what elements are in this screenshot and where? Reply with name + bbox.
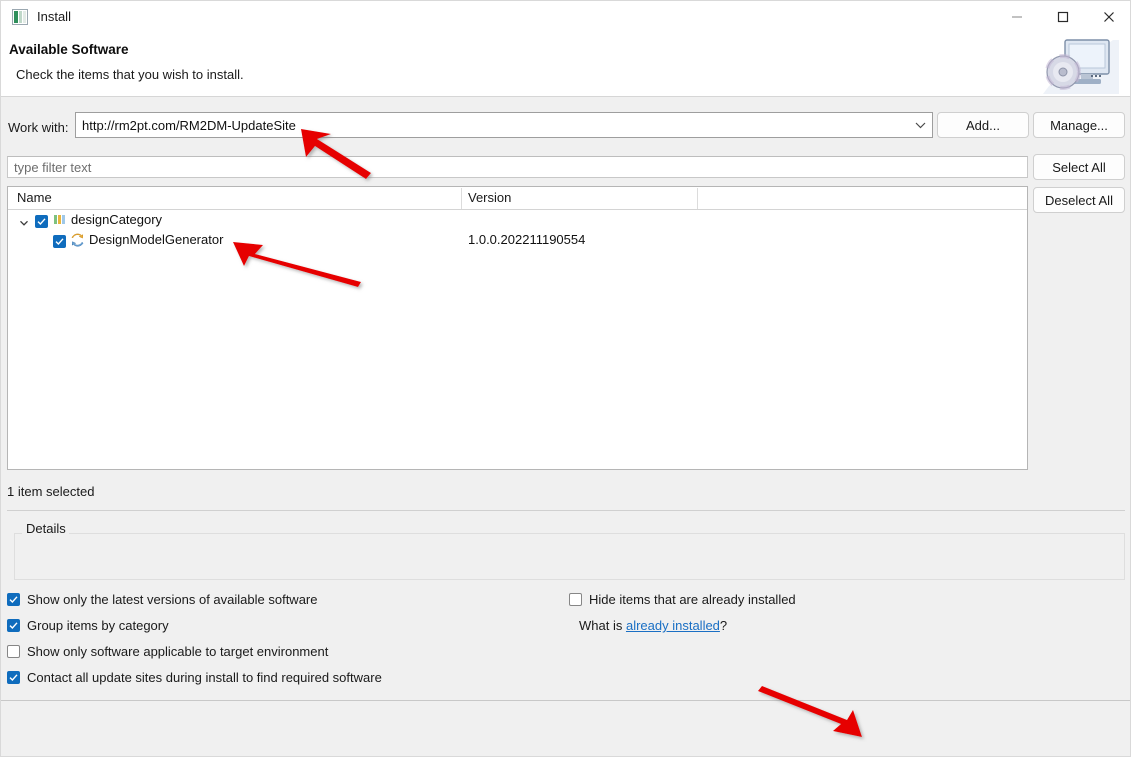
checkbox-checked[interactable] — [7, 593, 20, 606]
row-checkbox[interactable] — [53, 233, 66, 251]
maximize-icon[interactable] — [1040, 1, 1086, 32]
manage-button[interactable]: Manage... — [1033, 112, 1125, 138]
table-row[interactable]: DesignModelGenerator 1.0.0.202211190554 — [8, 230, 1027, 250]
dialog-body: Work with: http://rm2pt.com/RM2DM-Update… — [1, 98, 1130, 700]
computer-cd-icon — [1043, 34, 1119, 94]
work-with-combo[interactable]: http://rm2pt.com/RM2DM-UpdateSite — [75, 112, 933, 138]
column-divider[interactable] — [697, 188, 698, 209]
option-contact-all-update-sites[interactable]: Contact all update sites during install … — [7, 670, 382, 685]
checkbox-unchecked[interactable] — [569, 593, 582, 606]
install-icon — [12, 8, 28, 25]
what-is-suffix: ? — [719, 618, 728, 633]
tree-item-version: 1.0.0.202211190554 — [468, 232, 586, 247]
checkbox-checked[interactable] — [53, 235, 66, 248]
option-label: Hide items that are already installed — [589, 592, 796, 607]
deselect-all-button[interactable]: Deselect All — [1033, 187, 1125, 213]
option-show-latest-versions[interactable]: Show only the latest versions of availab… — [7, 592, 318, 607]
tree-item-label[interactable]: designCategory — [71, 212, 162, 227]
feature-icon — [70, 233, 85, 252]
select-all-button[interactable]: Select All — [1033, 154, 1125, 180]
what-is-prefix: What is — [579, 618, 626, 633]
option-applicable-to-target[interactable]: Show only software applicable to target … — [7, 644, 328, 659]
column-header-name[interactable]: Name — [17, 190, 52, 205]
work-with-input[interactable]: http://rm2pt.com/RM2DM-UpdateSite — [76, 118, 908, 133]
checkbox-checked[interactable] — [7, 671, 20, 684]
already-installed-link[interactable]: already installed — [626, 618, 720, 633]
option-label: Show only software applicable to target … — [27, 644, 329, 659]
work-with-label: Work with: — [8, 120, 69, 135]
add-button[interactable]: Add... — [937, 112, 1029, 138]
window-controls — [994, 1, 1130, 32]
tree-rows: designCategory DesignModelGenerator 1.0.… — [8, 210, 1027, 250]
page-title: Available Software — [9, 42, 129, 57]
column-divider[interactable] — [461, 188, 462, 209]
option-label: Show only the latest versions of availab… — [27, 592, 318, 607]
status-text: 1 item selected — [7, 484, 95, 499]
checkbox-checked[interactable] — [7, 619, 20, 632]
details-panel — [14, 533, 1125, 580]
page-subtitle: Check the items that you wish to install… — [16, 67, 244, 82]
option-group-by-category[interactable]: Group items by category — [7, 618, 169, 633]
filter-placeholder: type filter text — [14, 160, 92, 175]
tree-item-label[interactable]: DesignModelGenerator — [89, 232, 223, 247]
table-row[interactable]: designCategory — [8, 210, 1027, 230]
title-bar: Install — [1, 1, 1130, 32]
minimize-icon[interactable] — [994, 1, 1040, 32]
row-checkbox[interactable] — [35, 213, 48, 231]
install-dialog: Install Available Software Check the ite… — [0, 0, 1131, 757]
close-icon[interactable] — [1086, 1, 1130, 32]
what-is-installed-text: What is already installed? — [579, 618, 727, 633]
column-header-version[interactable]: Version — [468, 190, 511, 205]
checkbox-unchecked[interactable] — [7, 645, 20, 658]
chevron-down-icon[interactable] — [908, 121, 932, 129]
footer-bar: ? < Back Next > Finish Cancel — [1, 701, 1130, 756]
wizard-header: Available Software Check the items that … — [1, 32, 1130, 97]
chevron-down-icon[interactable] — [19, 215, 29, 226]
filter-input[interactable]: type filter text — [7, 156, 1028, 178]
option-label: Group items by category — [27, 618, 169, 633]
window-title: Install — [37, 9, 71, 24]
option-label: Contact all update sites during install … — [27, 670, 382, 685]
checkbox-checked[interactable] — [35, 215, 48, 228]
option-hide-installed[interactable]: Hide items that are already installed — [569, 592, 796, 607]
software-tree[interactable]: Name Version designCategory DesignModelG… — [7, 186, 1028, 470]
divider — [7, 510, 1125, 511]
tree-header: Name Version — [8, 187, 1027, 210]
